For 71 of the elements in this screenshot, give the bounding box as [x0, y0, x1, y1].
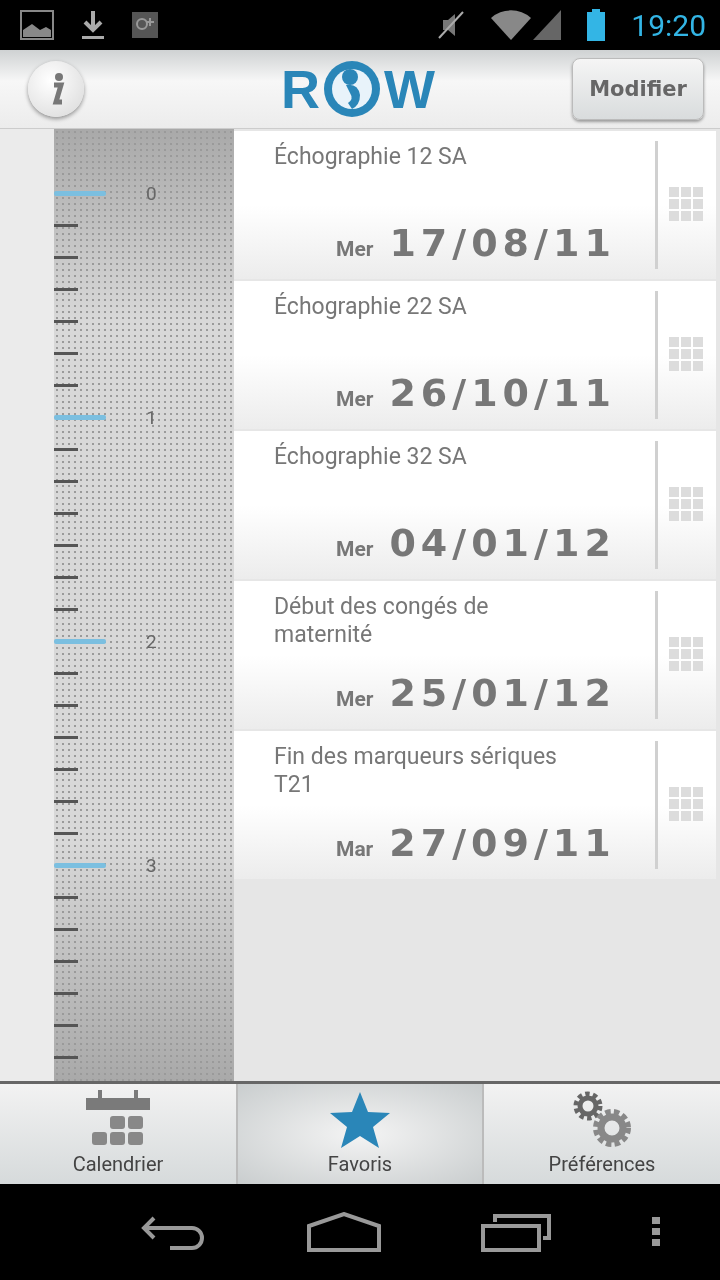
back-icon[interactable]	[140, 1214, 207, 1250]
event-title: Début des congés de maternité	[274, 593, 490, 649]
download-icon	[80, 9, 106, 41]
picture-icon	[20, 10, 54, 40]
event-title: Échographie 22 SA	[274, 293, 468, 321]
tab[interactable]: Calendrier	[0, 1084, 236, 1184]
minor-tick	[54, 703, 78, 707]
battery-icon	[587, 9, 606, 41]
minor-tick	[54, 895, 78, 899]
mute-icon	[437, 10, 466, 40]
minor-tick	[54, 767, 78, 771]
event-card[interactable]: Début des congés de maternité Mer 25/01/12	[234, 581, 716, 729]
event-weekday: Mar	[336, 837, 374, 861]
major-tick	[54, 414, 106, 420]
minor-tick	[54, 383, 78, 387]
ruler-label: 3	[146, 853, 157, 877]
tab[interactable]: Favoris	[238, 1084, 482, 1184]
tab[interactable]: Préférences	[484, 1084, 720, 1184]
star-icon	[328, 1090, 392, 1150]
event-date: 17/08/11	[389, 221, 616, 265]
event-weekday: Mer	[336, 387, 374, 411]
minor-tick	[54, 607, 78, 611]
minor-tick	[54, 831, 78, 835]
ruler-label: 2	[146, 629, 157, 653]
minor-tick	[54, 287, 78, 291]
event-weekday: Mer	[336, 237, 374, 261]
major-tick	[54, 862, 106, 868]
minor-tick	[54, 671, 78, 675]
event-card[interactable]: Échographie 22 SA Mer 26/10/11	[234, 281, 716, 429]
minor-tick	[54, 927, 78, 931]
minor-tick	[54, 991, 78, 995]
event-title: Fin des marqueurs sériques T21	[274, 743, 558, 799]
info-button[interactable]	[28, 61, 84, 117]
minor-tick	[54, 255, 78, 259]
event-weekday: Mer	[336, 537, 374, 561]
event-date: 26/10/11	[389, 371, 616, 415]
event-date: 04/01/12	[389, 521, 616, 565]
minor-tick	[54, 511, 78, 515]
minor-tick	[54, 575, 78, 579]
event-title: Échographie 32 SA	[274, 443, 468, 471]
event-date: 27/09/11	[389, 821, 616, 865]
event-date: 25/01/12	[389, 671, 616, 715]
event-title: Échographie 12 SA	[274, 143, 468, 171]
ruler-label: 1	[146, 405, 157, 429]
minor-tick	[54, 223, 78, 227]
status-time: 19:20	[631, 7, 706, 43]
minor-tick	[54, 1055, 78, 1059]
major-tick	[54, 190, 106, 196]
ruler-label: 0	[146, 181, 157, 205]
minor-tick	[54, 319, 78, 323]
logo-letter: W	[384, 62, 435, 116]
recent-apps-icon[interactable]	[481, 1212, 552, 1252]
minor-tick	[54, 447, 78, 451]
minor-tick	[54, 959, 78, 963]
event-card[interactable]: Fin des marqueurs sériques T21 Mar 27/09/11	[234, 731, 716, 879]
event-weekday: Mer	[336, 687, 374, 711]
minor-tick	[54, 479, 78, 483]
home-icon[interactable]	[306, 1212, 381, 1252]
gplus-icon	[132, 12, 158, 38]
logo-letter: R	[281, 62, 320, 116]
event-card[interactable]: Échographie 12 SA Mer 17/08/11	[234, 131, 716, 279]
minor-tick	[54, 799, 78, 803]
major-tick	[54, 638, 106, 644]
wifi-signal-icon	[491, 8, 562, 42]
minor-tick	[54, 735, 78, 739]
event-card[interactable]: Échographie 32 SA Mer 04/01/12	[234, 431, 716, 579]
overflow-menu-icon[interactable]	[651, 1217, 660, 1247]
minor-tick	[54, 543, 78, 547]
minor-tick	[54, 351, 78, 355]
minor-tick	[54, 1023, 78, 1027]
edit-button[interactable]: Modifier	[572, 58, 704, 120]
